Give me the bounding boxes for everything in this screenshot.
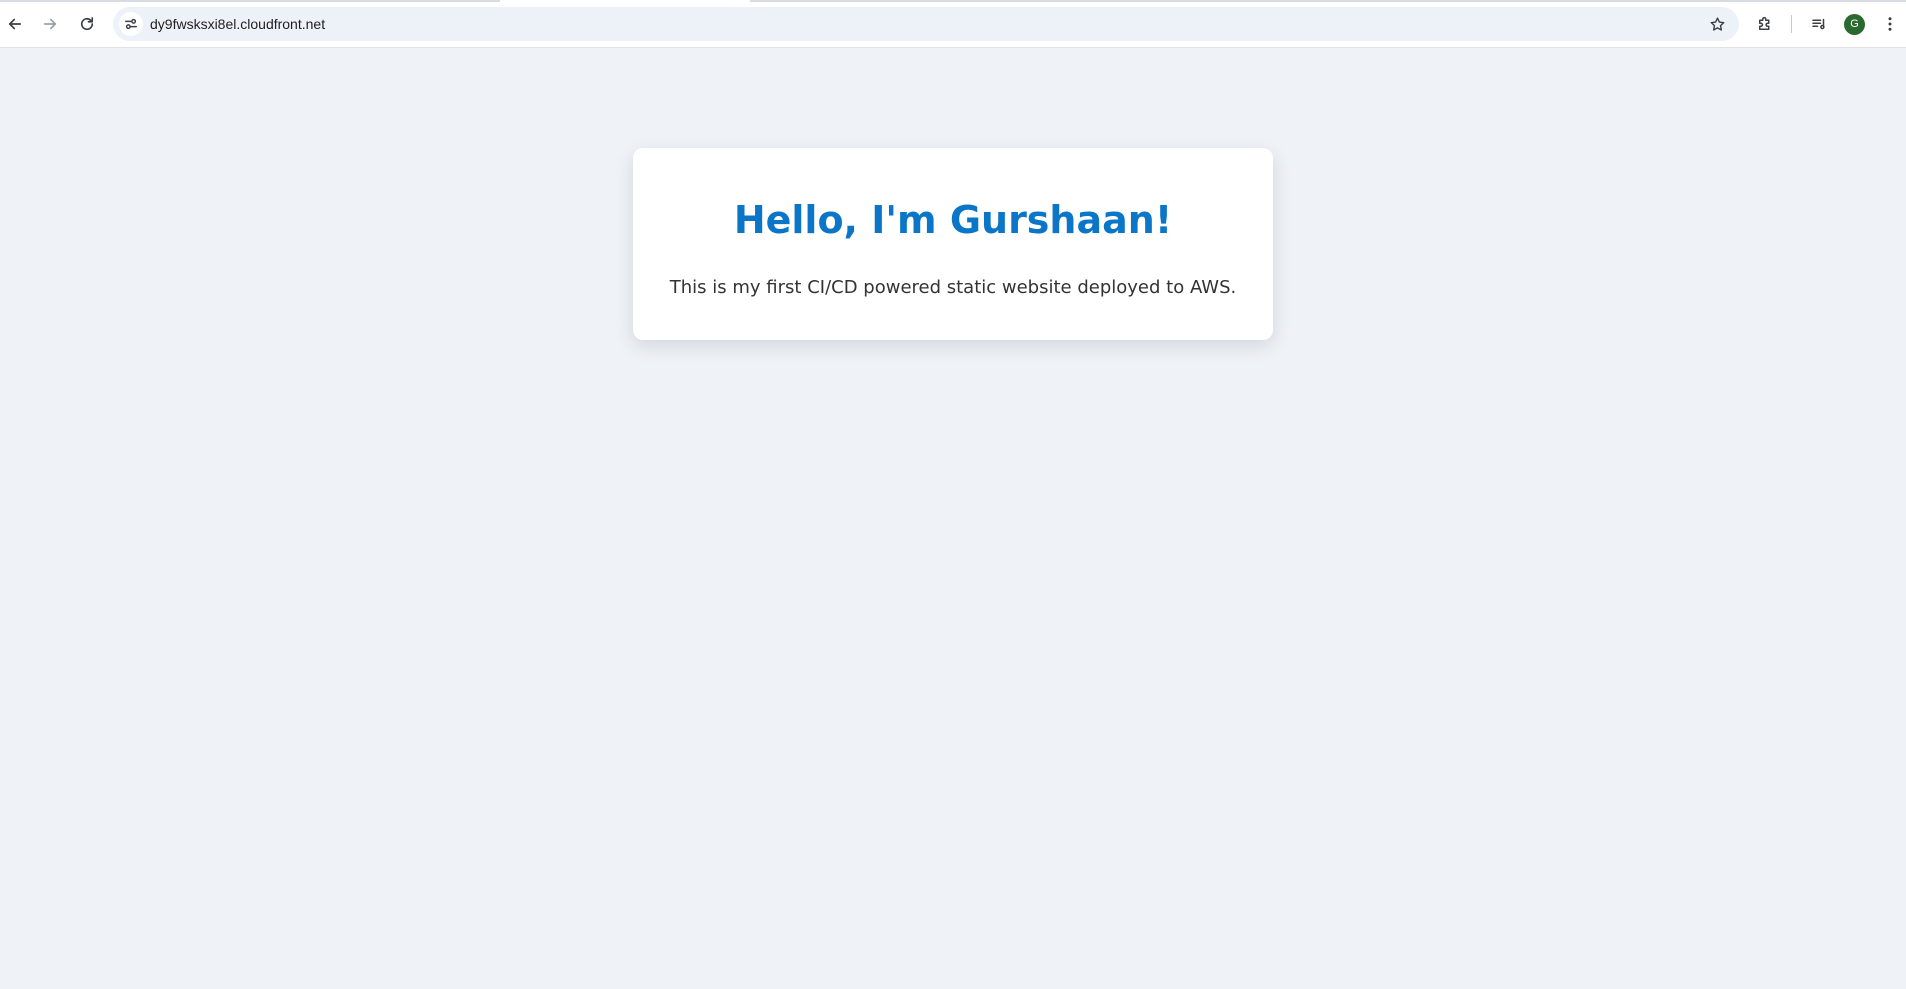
url-text[interactable]: dy9fwsksxi8el.cloudfront.net [150,7,325,41]
site-info-button[interactable] [119,12,143,36]
kebab-menu-icon [1888,17,1892,31]
puzzle-icon [1759,16,1770,30]
star-icon [1710,16,1724,31]
profile-avatar[interactable]: G [1844,14,1865,35]
media-controls-icon [1812,18,1825,30]
forward-button[interactable] [36,10,64,38]
extensions-button[interactable] [1751,10,1779,38]
browser-menu-button[interactable] [1876,10,1904,38]
tab-strip-indicator [0,0,1906,2]
bookmark-button[interactable] [1705,12,1729,36]
tune-icon [125,18,137,30]
back-button[interactable] [1,10,29,38]
address-bar[interactable]: dy9fwsksxi8el.cloudfront.net [113,7,1739,41]
arrow-left-icon [8,18,22,30]
media-controls-button[interactable] [1805,10,1833,38]
browser-toolbar: dy9fwsksxi8el.cloudfront.net G [0,0,1906,48]
intro-card: Hello, I'm Gurshaan! This is my first CI… [633,148,1273,340]
page-heading: Hello, I'm Gurshaan! [733,198,1173,242]
page-description: This is my first CI/CD powered static we… [669,277,1237,298]
reload-button[interactable] [73,10,101,38]
reload-icon [80,17,94,31]
arrow-right-icon [43,18,57,30]
toolbar-divider [1791,15,1792,33]
